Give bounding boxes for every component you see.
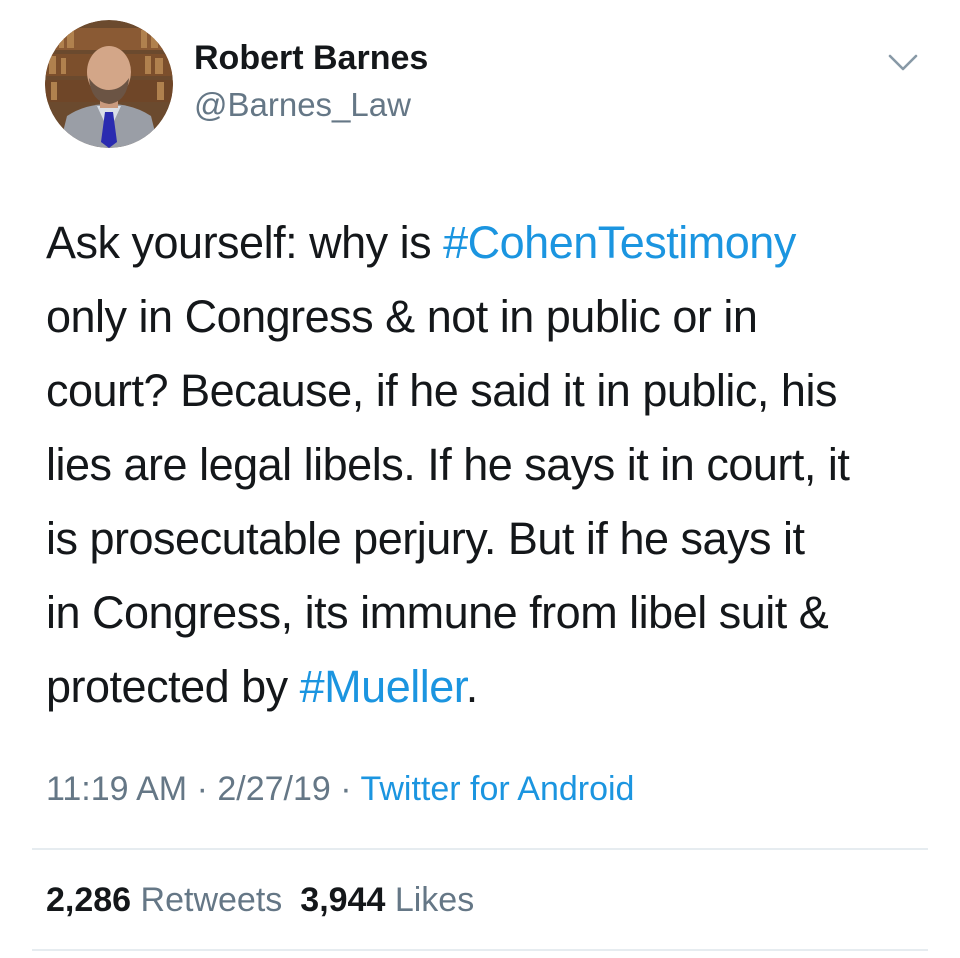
divider: [32, 949, 928, 951]
likes-stat[interactable]: 3,944 Likes: [300, 881, 474, 919]
tweet-text-segment: protected by: [46, 661, 300, 712]
author-display-name[interactable]: Robert Barnes: [194, 36, 428, 80]
likes-label: Likes: [394, 881, 475, 919]
tweet-meta: 11:19 AM · 2/27/19 · Twitter for Android: [46, 766, 634, 812]
tweet-text-segment: is prosecutable perjury. But if he says …: [46, 513, 805, 564]
meta-separator: ·: [340, 770, 352, 808]
avatar[interactable]: [45, 20, 173, 148]
meta-separator: ·: [196, 770, 208, 808]
tweet-text-line: Ask yourself: why is #CohenTestimony: [46, 206, 926, 280]
tweet-stats: 2,286 Retweets 3,944 Likes: [46, 877, 474, 923]
hashtag-link[interactable]: #Mueller: [300, 661, 467, 712]
tweet-text: Ask yourself: why is #CohenTestimony only…: [46, 206, 926, 724]
tweet-text-line: only in Congress & not in public or in: [46, 280, 926, 354]
tweet-date[interactable]: 2/27/19: [217, 770, 330, 808]
likes-count: 3,944: [300, 881, 386, 919]
tweet-text-line: lies are legal libels. If he says it in …: [46, 428, 926, 502]
chevron-down-icon[interactable]: [886, 50, 920, 74]
tweet-time[interactable]: 11:19 AM: [46, 770, 187, 808]
tweet-text-line: protected by #Mueller.: [46, 650, 926, 724]
tweet-source-link[interactable]: Twitter for Android: [360, 770, 634, 808]
tweet-detail: Robert Barnes @Barnes_Law Ask yourself: …: [0, 0, 960, 958]
hashtag-link[interactable]: #CohenTestimony: [443, 217, 796, 268]
tweet-text-segment: court? Because, if he said it in public,…: [46, 365, 837, 416]
tweet-text-line: court? Because, if he said it in public,…: [46, 354, 926, 428]
tweet-text-line: in Congress, its immune from libel suit …: [46, 576, 926, 650]
tweet-text-segment: .: [465, 661, 479, 712]
tweet-text-segment: lies are legal libels. If he says it in …: [46, 439, 850, 490]
tweet-text-line: is prosecutable perjury. But if he says …: [46, 502, 926, 576]
tweet-text-segment: only in Congress & not in public or in: [46, 291, 758, 342]
tweet-text-segment: in Congress, its immune from libel suit …: [46, 587, 829, 638]
retweets-stat[interactable]: 2,286 Retweets: [46, 881, 282, 919]
tweet-text-segment: Ask yourself: why is: [46, 217, 444, 268]
retweets-count: 2,286: [46, 881, 132, 919]
divider: [32, 848, 928, 850]
retweets-label: Retweets: [140, 881, 283, 919]
author-handle[interactable]: @Barnes_Law: [194, 84, 411, 126]
